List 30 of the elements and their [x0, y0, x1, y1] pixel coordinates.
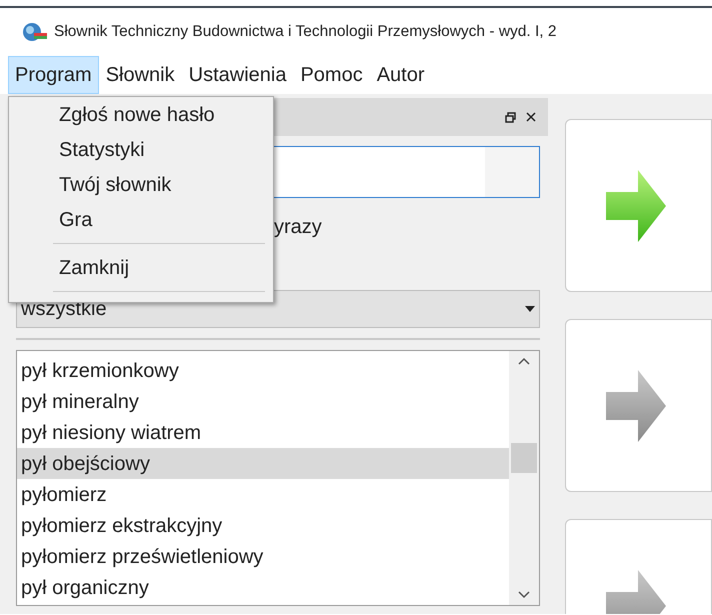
menu-option[interactable]: Gra: [9, 202, 273, 237]
term-item[interactable]: pył obejściowy: [17, 448, 509, 479]
close-icon[interactable]: [526, 112, 536, 122]
menu-item[interactable]: Pomoc: [293, 56, 370, 94]
scroll-up-icon[interactable]: [518, 357, 530, 365]
menu-item[interactable]: Słownik: [98, 56, 182, 94]
app-logo-icon: [22, 22, 48, 42]
checkbox-label[interactable]: yrazy: [274, 212, 322, 242]
scrollbar-thumb[interactable]: [511, 443, 537, 473]
menu-item[interactable]: Program: [8, 56, 99, 94]
term-item[interactable]: pyłomierz ekstrakcyjny: [17, 510, 509, 541]
window-title: Słownik Techniczny Budownictwa i Technologii Przemysłowych - wyd. I, 2: [54, 22, 557, 42]
menu-option[interactable]: Twój słownik: [9, 167, 273, 202]
menu-option[interactable]: Statystyki: [9, 132, 273, 167]
menu-option[interactable]: Zamknij: [9, 250, 273, 285]
term-item[interactable]: pył mineralny: [17, 386, 509, 417]
vertical-scrollbar[interactable]: [509, 351, 539, 605]
menu-item[interactable]: Ustawienia: [182, 56, 294, 94]
term-item[interactable]: pył krzemionkowy: [17, 355, 509, 386]
term-item[interactable]: pył organiczny: [17, 572, 509, 603]
restore-icon[interactable]: [505, 112, 516, 122]
dropdown-caret-icon: [525, 306, 535, 312]
term-item[interactable]: pyłomierz prześwietleniowy: [17, 541, 509, 572]
term-item[interactable]: pyłomierz: [17, 479, 509, 510]
menu-option[interactable]: Zgłoś nowe hasło: [9, 97, 273, 132]
term-item[interactable]: pył niesiony wiatrem: [17, 417, 509, 448]
field-scroll-area: [485, 147, 539, 197]
menu-item[interactable]: Autor: [370, 56, 432, 94]
scroll-down-icon[interactable]: [518, 591, 530, 599]
arrow-button[interactable]: [565, 319, 712, 492]
